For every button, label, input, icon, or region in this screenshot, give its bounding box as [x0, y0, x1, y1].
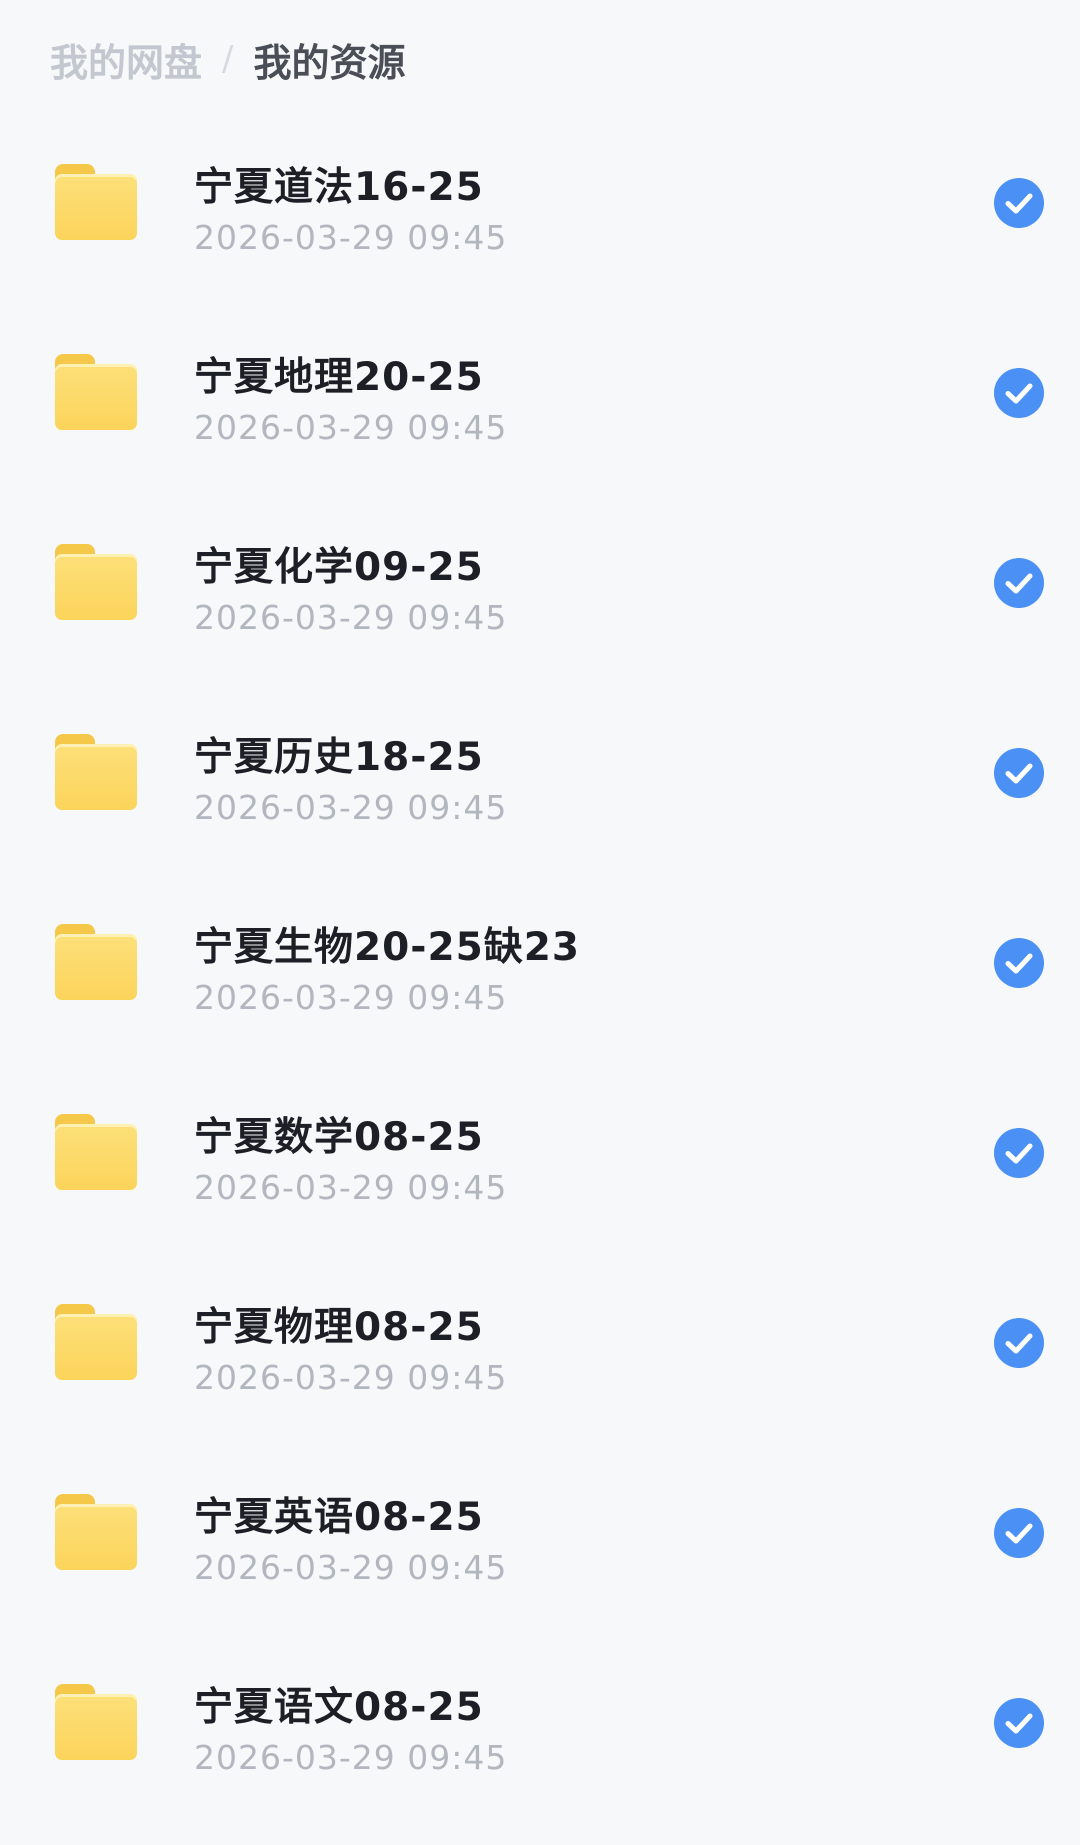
file-name: 宁夏化学09-25 [194, 545, 484, 590]
file-time: 2026-03-29 09:45 [194, 1168, 508, 1207]
file-name: 宁夏道法16-25 [194, 165, 484, 210]
file-row[interactable]: 宁夏生物20-25缺23 2026-03-29 09:45 [0, 878, 1080, 1068]
file-row[interactable]: 宁夏英语08-25 2026-03-29 09:45 [0, 1448, 1080, 1638]
folder-icon [55, 1304, 137, 1380]
file-row[interactable]: 宁夏地理20-25 2026-03-29 09:45 [0, 308, 1080, 498]
check-circle-icon[interactable] [994, 1698, 1044, 1748]
check-circle-icon[interactable] [994, 1318, 1044, 1368]
file-time: 2026-03-29 09:45 [194, 1358, 508, 1397]
check-circle-icon[interactable] [994, 1128, 1044, 1178]
file-time: 2026-03-29 09:45 [194, 218, 508, 257]
folder-icon [55, 544, 137, 620]
file-name: 宁夏数学08-25 [194, 1115, 484, 1160]
breadcrumb-current: 我的资源 [253, 40, 406, 85]
folder-icon [55, 734, 137, 810]
file-name: 宁夏生物20-25缺23 [194, 925, 581, 970]
file-row[interactable]: 宁夏化学09-25 2026-03-29 09:45 [0, 498, 1080, 688]
breadcrumb-root-link[interactable]: 我的网盘 [50, 32, 202, 87]
folder-icon [55, 1114, 137, 1190]
folder-icon [55, 354, 137, 430]
check-circle-icon[interactable] [994, 178, 1044, 228]
breadcrumb: 我的网盘 / 我的资源 [0, 0, 1080, 118]
file-name: 宁夏地理20-25 [194, 355, 484, 400]
file-time: 2026-03-29 09:45 [194, 598, 508, 637]
file-list: 宁夏道法16-25 2026-03-29 09:45 宁夏地理20-25 202… [0, 118, 1080, 1828]
check-circle-icon[interactable] [994, 1508, 1044, 1558]
check-circle-icon[interactable] [994, 368, 1044, 418]
file-row[interactable]: 宁夏道法16-25 2026-03-29 09:45 [0, 118, 1080, 308]
file-row[interactable]: 宁夏物理08-25 2026-03-29 09:45 [0, 1258, 1080, 1448]
folder-icon [55, 164, 137, 240]
breadcrumb-separator: / [222, 39, 234, 79]
check-circle-icon[interactable] [994, 748, 1044, 798]
file-time: 2026-03-29 09:45 [194, 1548, 508, 1587]
file-row[interactable]: 宁夏语文08-25 2026-03-29 09:45 [0, 1638, 1080, 1828]
file-name: 宁夏英语08-25 [194, 1495, 484, 1540]
folder-icon [55, 1684, 137, 1760]
file-row[interactable]: 宁夏数学08-25 2026-03-29 09:45 [0, 1068, 1080, 1258]
folder-icon [55, 924, 137, 1000]
file-time: 2026-03-29 09:45 [194, 788, 508, 827]
file-name: 宁夏历史18-25 [194, 735, 484, 780]
file-name: 宁夏语文08-25 [194, 1685, 484, 1730]
folder-icon [55, 1494, 137, 1570]
file-time: 2026-03-29 09:45 [194, 1738, 508, 1777]
check-circle-icon[interactable] [994, 558, 1044, 608]
file-name: 宁夏物理08-25 [194, 1305, 484, 1350]
file-time: 2026-03-29 09:45 [194, 978, 508, 1017]
check-circle-icon[interactable] [994, 938, 1044, 988]
file-time: 2026-03-29 09:45 [194, 408, 508, 447]
file-row[interactable]: 宁夏历史18-25 2026-03-29 09:45 [0, 688, 1080, 878]
